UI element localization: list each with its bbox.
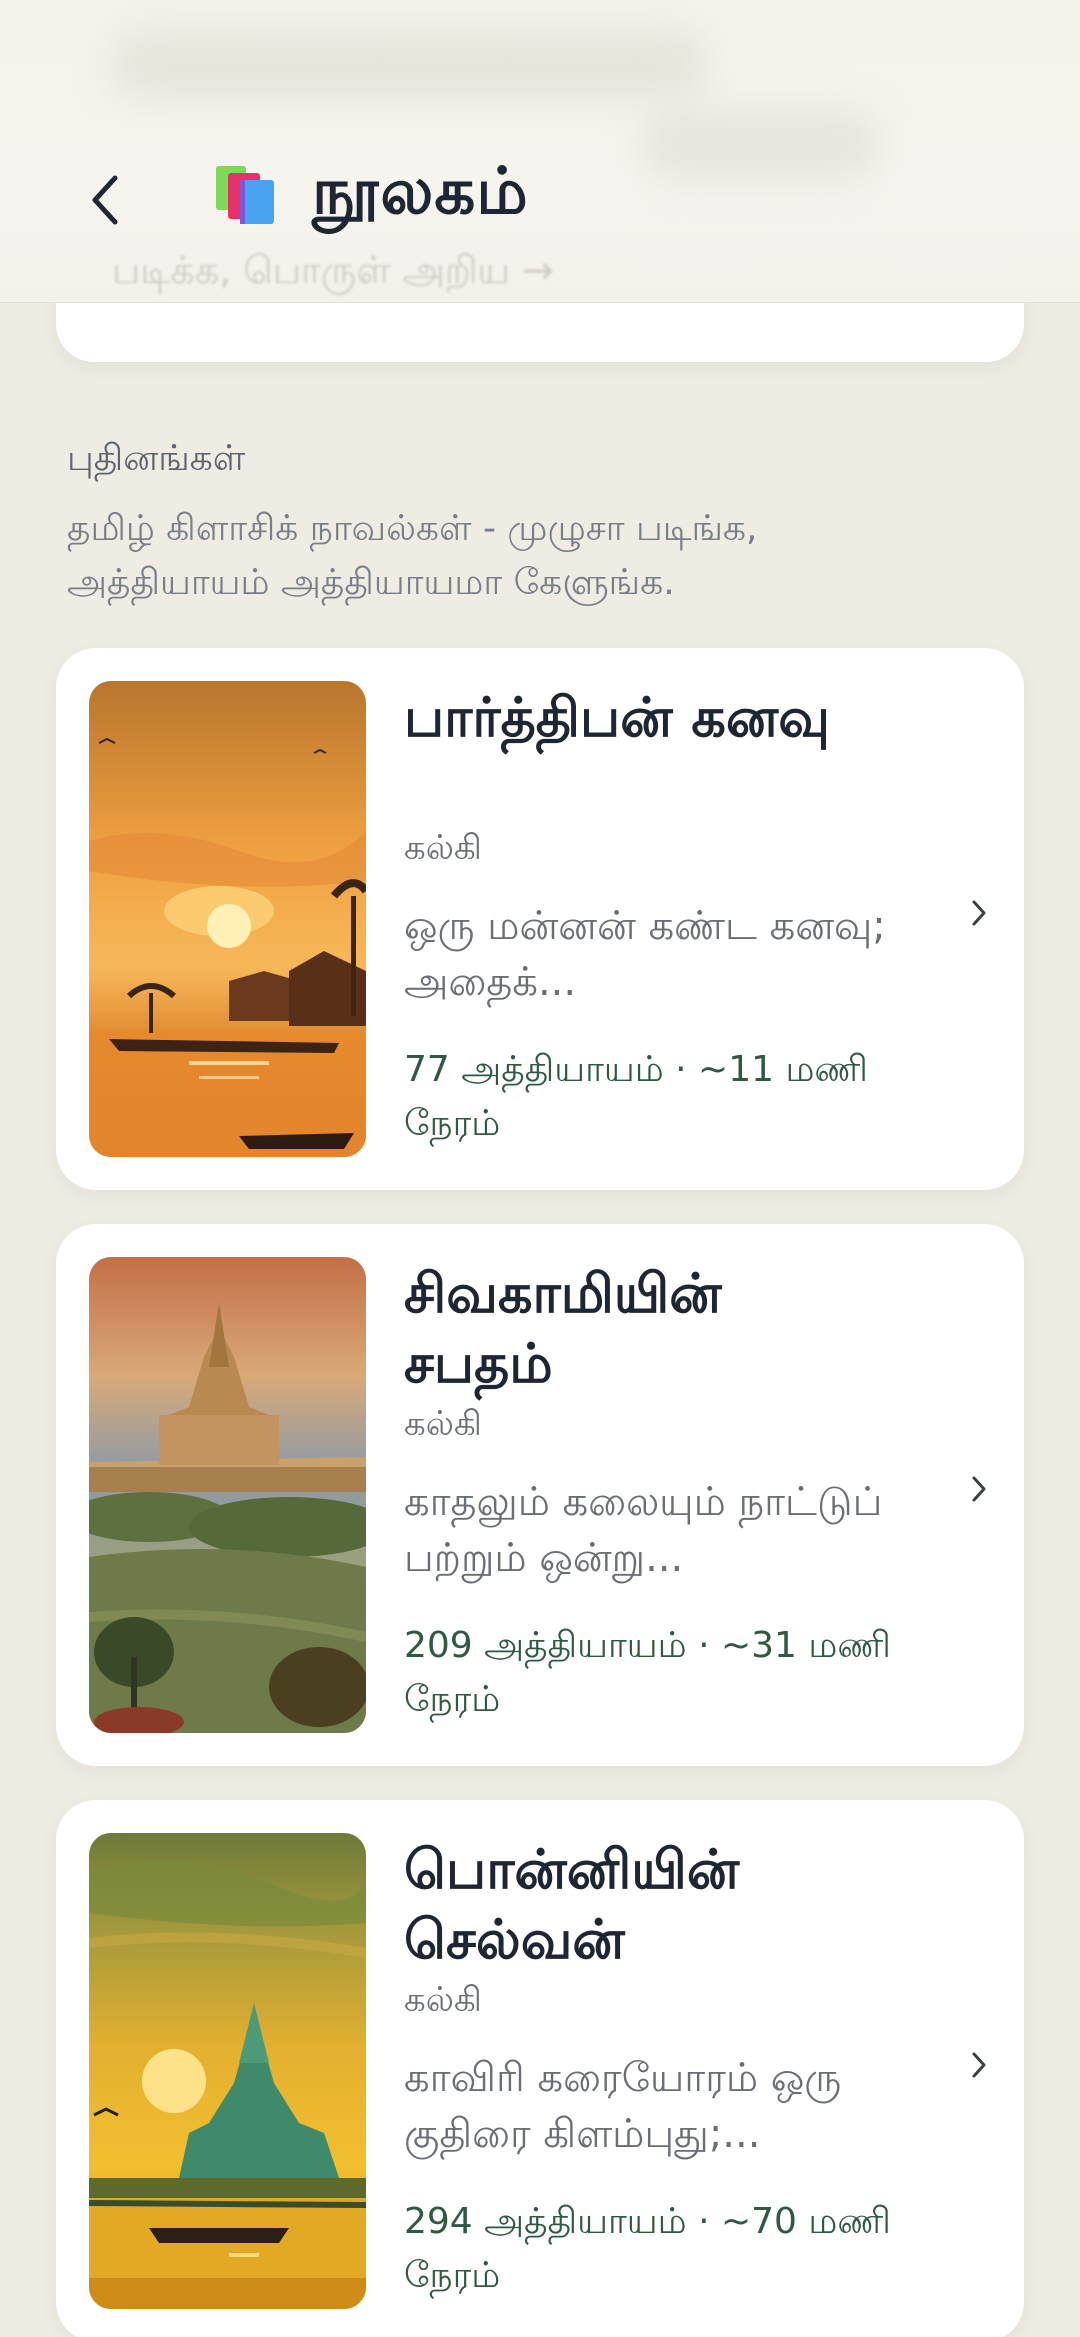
- ghost-text: படிக்க, பொருள் அறிய →: [112, 248, 555, 292]
- page-title: நூலகம்: [312, 155, 529, 229]
- book-author: கல்கி: [404, 1404, 482, 1444]
- book-cover-image: [89, 681, 366, 1157]
- book-author: கல்கி: [404, 828, 482, 868]
- back-button[interactable]: [80, 170, 130, 230]
- book-card[interactable]: பொன்னியின் செல்வன் கல்கி காவிரி கரையோரம்…: [56, 1800, 1024, 2337]
- app-header: படிக்க, பொருள் அறிய → நூலகம்: [0, 0, 1080, 303]
- book-title: பொன்னியின் செல்வன்: [404, 1838, 740, 1971]
- book-description: காவிரி கரையோரம் ஒரு குதிரை கிளம்புது;...: [404, 2055, 842, 2157]
- book-title: பார்த்திபன் கனவு: [404, 686, 830, 749]
- book-meta: 294 அத்தியாயம் · ~70 மணி நேரம்: [404, 2201, 891, 2296]
- book-description: ஒரு மன்னன் கண்ட கனவு; அதைக்...: [404, 903, 886, 1005]
- blurred-background: [640, 110, 880, 180]
- book-author: கல்கி: [404, 1980, 482, 2020]
- chevron-right-icon: [964, 893, 994, 933]
- back-chevron-icon: [92, 175, 118, 225]
- chevron-right-icon: [964, 1469, 994, 1509]
- chevron-right-icon: [964, 2045, 994, 2085]
- section-description: தமிழ் கிளாசிக் நாவல்கள் - முழுசா படிங்க,…: [67, 508, 758, 603]
- book-cover-image: [89, 1257, 366, 1733]
- book-meta: 209 அத்தியாயம் · ~31 மணி நேரம்: [404, 1625, 891, 1720]
- library-screen: படிக்க, பொருள் அறிய → நூலகம் புதினங்கள் …: [0, 0, 1080, 2337]
- book-cover-image: [89, 1833, 366, 2309]
- section-title: புதினங்கள்: [67, 438, 246, 479]
- books-icon: [216, 166, 274, 224]
- book-card[interactable]: சிவகாமியின் சபதம் கல்கி காதலும் கலையும் …: [56, 1224, 1024, 1766]
- book-title: சிவகாமியின் சபதம்: [404, 1262, 722, 1395]
- blurred-background: [110, 30, 710, 100]
- book-meta: 77 அத்தியாயம் · ~11 மணி நேரம்: [404, 1049, 868, 1144]
- book-card[interactable]: பார்த்திபன் கனவு கல்கி ஒரு மன்னன் கண்ட க…: [56, 648, 1024, 1190]
- book-description: காதலும் கலையும் நாட்டுப் பற்றும் ஒன்று..…: [404, 1479, 883, 1581]
